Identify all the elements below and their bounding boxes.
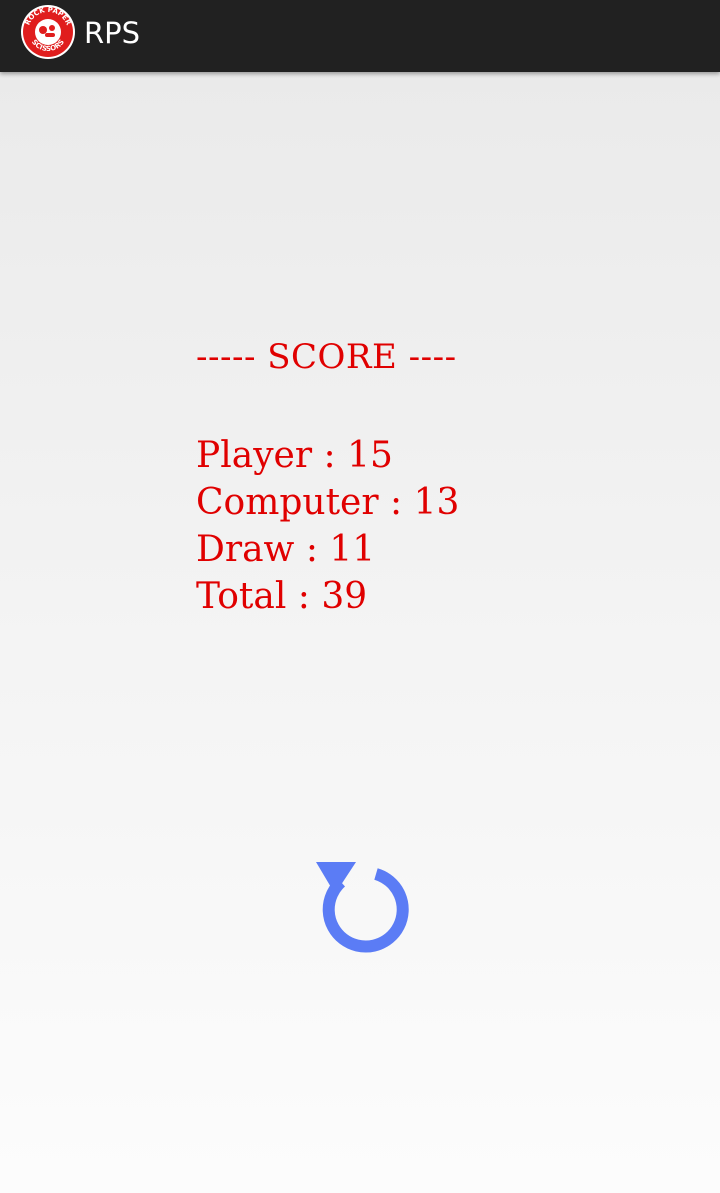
score-value: 15 <box>347 435 393 476</box>
score-label: Computer <box>196 482 379 523</box>
score-separator: : <box>323 435 336 476</box>
score-separator: : <box>390 482 403 523</box>
score-label: Player <box>196 435 313 476</box>
score-heading: ----- SCORE ---- <box>196 337 457 377</box>
score-row-player: Player : 15 <box>196 432 616 479</box>
score-value: 13 <box>413 482 460 523</box>
app-title: RPS <box>84 16 141 50</box>
score-row-draw: Draw : 11 <box>196 526 616 573</box>
score-row-computer: Computer : 13 <box>196 479 616 526</box>
score-label: Draw <box>196 529 295 570</box>
score-panel: ----- SCORE ---- Player : 15 Computer : … <box>196 334 616 620</box>
score-separator: : <box>297 576 310 617</box>
score-list: Player : 15 Computer : 13 Draw : 11 Tota… <box>196 432 616 620</box>
app-bar: ROCK PAPER SCISSORS RPS <box>0 0 720 72</box>
score-value: 39 <box>321 576 368 617</box>
score-row-total: Total : 39 <box>196 573 616 620</box>
score-label: Total <box>196 576 287 617</box>
score-value: 11 <box>329 529 376 570</box>
score-separator: : <box>305 529 318 570</box>
replay-icon <box>316 862 409 953</box>
rock-paper-scissors-logo-icon: ROCK PAPER SCISSORS <box>20 4 76 60</box>
replay-button[interactable] <box>310 858 410 958</box>
